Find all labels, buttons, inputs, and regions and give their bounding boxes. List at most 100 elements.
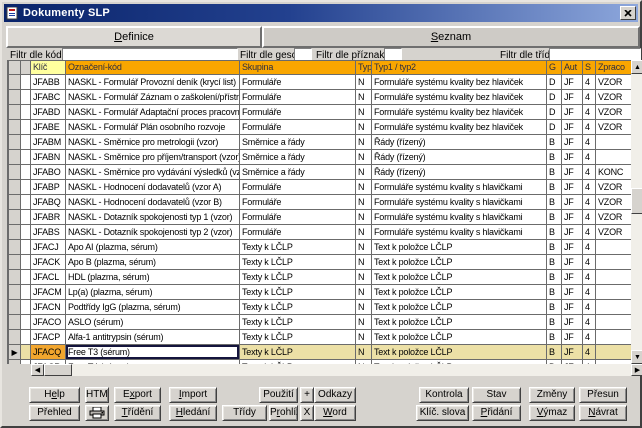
cell-ozn[interactable]: Apo AI (plazma, sérum) — [66, 240, 240, 255]
cell-zpr[interactable]: KONC — [596, 165, 632, 180]
cell-g[interactable]: B — [547, 315, 562, 330]
cell-typ[interactable]: N — [356, 315, 372, 330]
cell-t12[interactable]: Řády (řízený) — [372, 150, 547, 165]
cell-t12[interactable]: Text k položce LČLP — [372, 285, 547, 300]
cell-aut[interactable]: JF — [562, 150, 583, 165]
cell-zpr[interactable] — [596, 300, 632, 315]
export-button[interactable]: Export — [114, 387, 161, 403]
cell-typ[interactable]: N — [356, 225, 372, 240]
trideni-button[interactable]: Třídění — [114, 405, 161, 421]
scroll-down-button[interactable]: ▼ — [631, 350, 642, 364]
cell-skup[interactable]: Formuláře — [240, 225, 356, 240]
pridani-button[interactable]: Přidání — [472, 405, 521, 421]
cell-skup[interactable]: Texty k LČLP — [240, 330, 356, 345]
cell-klic[interactable]: JFACP — [31, 330, 66, 345]
cell-zpr[interactable] — [596, 285, 632, 300]
print-button[interactable] — [85, 405, 109, 421]
cell-zpr[interactable]: VZOR — [596, 210, 632, 225]
cell-typ[interactable]: N — [356, 345, 372, 360]
cell-klic[interactable]: JFACN — [31, 300, 66, 315]
cell-g[interactable]: B — [547, 195, 562, 210]
cell-s[interactable]: 4 — [583, 285, 596, 300]
table-row[interactable]: ▶JFACQFree T3 (sérum)Texty k LČLPNText k… — [9, 345, 632, 360]
cell-skup[interactable]: Formuláře — [240, 210, 356, 225]
cell-typ[interactable]: N — [356, 300, 372, 315]
cell-skup[interactable]: Směrnice a řády — [240, 150, 356, 165]
cell-t12[interactable]: Formuláře systému kvality bez hlaviček — [372, 90, 547, 105]
cell-g[interactable]: B — [547, 255, 562, 270]
cell-skup[interactable]: Formuláře — [240, 90, 356, 105]
cell-typ[interactable]: N — [356, 180, 372, 195]
cell-zpr[interactable] — [596, 150, 632, 165]
cell-s[interactable]: 4 — [583, 240, 596, 255]
table-row[interactable]: JFACNPodtřídy IgG (plazma, sérum)Texty k… — [9, 300, 632, 315]
klic-slova-button[interactable]: Klíč. slova — [416, 405, 469, 421]
x-button[interactable]: X — [300, 405, 314, 421]
presun-button[interactable]: Přesun — [579, 387, 627, 403]
tab-seznam[interactable]: Seznam — [262, 26, 640, 48]
cell-zpr[interactable]: VZOR — [596, 105, 632, 120]
cell-aut[interactable]: JF — [562, 315, 583, 330]
cell-zpr[interactable]: VZOR — [596, 195, 632, 210]
table-row[interactable]: JFABNNASKL - Směrnice pro příjem/transpo… — [9, 150, 632, 165]
cell-t12[interactable]: Text k položce LČLP — [372, 240, 547, 255]
cell-klic[interactable]: JFABS — [31, 225, 66, 240]
cell-g[interactable]: B — [547, 150, 562, 165]
cell-zpr[interactable] — [596, 270, 632, 285]
cell-klic[interactable]: JFACM — [31, 285, 66, 300]
cell-klic[interactable]: JFACO — [31, 315, 66, 330]
cell-g[interactable]: D — [547, 90, 562, 105]
cell-skup[interactable]: Texty k LČLP — [240, 270, 356, 285]
cell-klic[interactable]: JFABP — [31, 180, 66, 195]
cell-skup[interactable]: Formuláře — [240, 120, 356, 135]
cell-typ[interactable]: N — [356, 150, 372, 165]
cell-ozn[interactable]: Podtřídy IgG (plazma, sérum) — [66, 300, 240, 315]
table-row[interactable]: JFABSNASKL - Dotazník spokojenosti typ 2… — [9, 225, 632, 240]
cell-g[interactable]: D — [547, 120, 562, 135]
cell-t12[interactable]: Řády (řízený) — [372, 165, 547, 180]
cell-t12[interactable]: Text k položce LČLP — [372, 315, 547, 330]
vertical-scroll-thumb[interactable] — [631, 188, 642, 214]
cell-typ[interactable]: N — [356, 135, 372, 150]
horizontal-scroll-thumb[interactable] — [44, 364, 72, 376]
cell-aut[interactable]: JF — [562, 330, 583, 345]
cell-s[interactable]: 4 — [583, 135, 596, 150]
cell-typ[interactable]: N — [356, 255, 372, 270]
table-row[interactable]: JFABMNASKL - Směrnice pro metrologii (vz… — [9, 135, 632, 150]
cell-t12[interactable]: Formuláře systému kvality s hlavičkami — [372, 225, 547, 240]
cell-typ[interactable]: N — [356, 210, 372, 225]
cell-t12[interactable]: Formuláře systému kvality s hlavičkami — [372, 195, 547, 210]
cell-klic[interactable]: JFABQ — [31, 195, 66, 210]
table-row[interactable]: JFABCNASKL - Formulář Záznam o zaškolení… — [9, 90, 632, 105]
kontrola-button[interactable]: Kontrola — [419, 387, 469, 403]
cell-t12[interactable]: Text k položce LČLP — [372, 300, 547, 315]
pouziti-button[interactable]: Použití — [259, 387, 298, 403]
cell-t12[interactable]: Formuláře systému kvality bez hlaviček — [372, 120, 547, 135]
cell-ozn[interactable]: NASKL - Formulář Záznam o zaškolení/přís… — [66, 90, 240, 105]
cell-zpr[interactable]: VZOR — [596, 90, 632, 105]
cell-zpr[interactable] — [596, 345, 632, 360]
cell-s[interactable]: 4 — [583, 90, 596, 105]
cell-s[interactable]: 4 — [583, 270, 596, 285]
cell-typ[interactable]: N — [356, 75, 372, 90]
cell-t12[interactable]: Formuláře systému kvality bez hlaviček — [372, 105, 547, 120]
cell-g[interactable]: B — [547, 180, 562, 195]
cell-t12[interactable]: Řády (řízený) — [372, 135, 547, 150]
table-row[interactable]: JFABQNASKL - Hodnocení dodavatelů (vzor … — [9, 195, 632, 210]
stav-button[interactable]: Stav — [472, 387, 521, 403]
cell-s[interactable]: 4 — [583, 345, 596, 360]
cell-ozn[interactable]: NASKL - Dotazník spokojenosti typ 1 (vzo… — [66, 210, 240, 225]
cell-g[interactable]: B — [547, 330, 562, 345]
cell-aut[interactable]: JF — [562, 105, 583, 120]
cell-zpr[interactable] — [596, 240, 632, 255]
vertical-scrollbar[interactable]: ▲ ▼ — [631, 60, 642, 364]
cell-klic[interactable]: JFABC — [31, 90, 66, 105]
cell-klic[interactable]: JFACK — [31, 255, 66, 270]
navrat-button[interactable]: Návrat — [579, 405, 627, 421]
cell-skup[interactable]: Texty k LČLP — [240, 300, 356, 315]
cell-klic[interactable]: JFACQ — [31, 345, 66, 360]
cell-ozn[interactable]: NASKL - Hodnocení dodavatelů (vzor A) — [66, 180, 240, 195]
cell-klic[interactable]: JFABE — [31, 120, 66, 135]
cell-s[interactable]: 4 — [583, 255, 596, 270]
cell-g[interactable]: B — [547, 345, 562, 360]
